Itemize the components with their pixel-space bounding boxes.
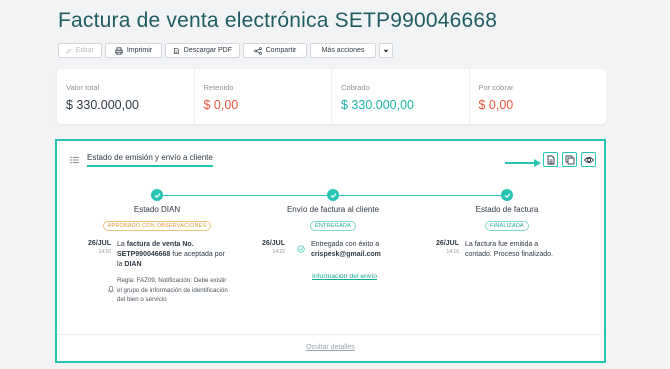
entry-date: 26/JUL 14:22	[259, 240, 285, 260]
step-dian-title: Estado DIAN	[133, 205, 181, 214]
entry-time: 14:16	[446, 249, 459, 255]
summary-collected-value: $ 330.000,00	[341, 98, 414, 112]
entry-time: 14:16	[98, 249, 111, 255]
more-actions-label: Más acciones	[321, 47, 365, 54]
download-pdf-button[interactable]: Descargar PDF	[165, 43, 240, 58]
entry-text-part: Entregada con éxito a	[311, 241, 380, 248]
step-sending-check	[327, 189, 339, 201]
pencil-icon	[66, 47, 72, 54]
entry-time: 14:22	[272, 249, 285, 255]
shipping-info-link[interactable]: Información del envío	[312, 273, 377, 280]
entry-date: 26/JUL 14:16	[85, 240, 111, 305]
entry-body: La factura fue emitida a contado. Proces…	[465, 240, 560, 260]
copy-icon	[565, 155, 574, 164]
summary-collected-label: Cobrado	[341, 83, 370, 92]
step-invoice: Estado de factura FINALIZADA	[427, 205, 587, 232]
share-button-label: Compartir	[265, 47, 297, 54]
entry-text: La factura fue emitida a contado. Proces…	[465, 241, 553, 258]
entry-day: 26/JUL	[436, 240, 459, 247]
dian-label: DIAN	[124, 261, 142, 268]
step-dian-badge: APROBADO CON OBSERVACIONES	[102, 221, 212, 231]
timeline-connector	[157, 195, 333, 196]
step-sending-title: Envío de factura al cliente	[286, 205, 380, 214]
recipient-email: crispesk@gmail.com	[311, 251, 381, 258]
entry-date: 26/JUL 14:16	[433, 240, 459, 260]
timeline-entry-dian: 26/JUL 14:16 La factura de venta No. SET…	[85, 240, 232, 305]
print-button[interactable]: Imprimir	[105, 43, 162, 58]
download-pdf-label: Descargar PDF	[183, 47, 232, 54]
summary-total-value: $ 330.000,00	[66, 98, 139, 112]
arrow-right-icon	[505, 159, 541, 167]
view-document-button[interactable]	[543, 152, 558, 167]
more-actions-dropdown[interactable]	[379, 43, 393, 58]
page-title: Factura de venta electrónica SETP9900466…	[58, 9, 498, 32]
summary-pending-value: $ 0,00	[478, 98, 514, 112]
list-icon	[70, 156, 79, 164]
invoice-summary: Valor total $ 330.000,00 Retenido $ 0,00…	[57, 69, 606, 124]
entry-day: 26/JUL	[262, 240, 285, 247]
step-invoice-check	[501, 189, 513, 201]
printer-icon	[115, 46, 123, 55]
more-actions-button[interactable]: Más acciones	[310, 43, 376, 58]
summary-pending-label: Por cobrar	[478, 83, 514, 92]
step-sending-badge: ENTREGADA	[309, 221, 357, 231]
entry-body: Entregada con éxito a crispesk@gmail.com	[311, 240, 411, 260]
check-icon	[330, 192, 336, 198]
step-dian: Estado DIAN APROBADO CON OBSERVACIONES	[77, 205, 237, 232]
document-icon	[547, 155, 554, 164]
caret-down-icon	[383, 49, 389, 53]
entry-text: Entregada con éxito a crispesk@gmail.com	[311, 240, 411, 260]
entry-text: La factura de venta No. SETP990046668 fu…	[117, 240, 232, 270]
summary-retained: Retenido $ 0,00	[195, 69, 332, 124]
pdf-icon	[174, 47, 179, 54]
panel-header: Estado de emisión y envío a cliente	[70, 153, 213, 167]
step-invoice-badge: FINALIZADA	[485, 221, 529, 231]
edit-button-label: Editar	[75, 47, 94, 54]
step-invoice-title: Estado de factura	[475, 205, 539, 214]
summary-retained-label: Retenido	[203, 83, 234, 92]
check-icon	[154, 192, 160, 198]
summary-pending: Por cobrar $ 0,00	[470, 69, 607, 124]
entry-text-part: La	[117, 241, 127, 248]
timeline-entry-invoice: 26/JUL 14:16 La factura fue emitida a co…	[433, 240, 560, 260]
step-sending: Envío de factura al cliente ENTREGADA	[253, 205, 413, 232]
emission-status-panel: Estado de emisión y envío a cliente Esta…	[55, 139, 606, 363]
eye-icon	[583, 156, 594, 163]
preview-button[interactable]	[581, 152, 596, 167]
check-circle-icon	[297, 245, 305, 253]
print-button-label: Imprimir	[126, 47, 153, 54]
share-icon	[253, 46, 262, 55]
summary-total: Valor total $ 330.000,00	[57, 69, 195, 124]
step-dian-check	[151, 189, 163, 201]
check-icon	[504, 192, 510, 198]
toolbar: Editar Imprimir Descargar PDF Compartir …	[58, 43, 393, 58]
copy-button[interactable]	[562, 152, 577, 167]
entry-note: Regla: FAZ09, Notificación: Debe existir…	[117, 277, 228, 303]
panel-title[interactable]: Estado de emisión y envío a cliente	[87, 153, 213, 167]
summary-retained-value: $ 0,00	[203, 98, 239, 112]
summary-collected: Cobrado $ 330.000,00	[332, 69, 470, 124]
timeline-entry-sending: 26/JUL 14:22 Entregada con éxito a crisp…	[259, 240, 411, 260]
hide-details-link[interactable]: Ocultar detalles	[57, 344, 604, 351]
edit-button[interactable]: Editar	[58, 43, 102, 58]
timeline-connector	[333, 195, 507, 196]
entry-day: 26/JUL	[88, 240, 111, 247]
panel-divider	[57, 334, 604, 335]
summary-total-label: Valor total	[66, 83, 100, 92]
entry-body: La factura de venta No. SETP990046668 fu…	[117, 240, 232, 305]
share-button[interactable]: Compartir	[243, 43, 307, 58]
bell-icon	[107, 285, 115, 293]
